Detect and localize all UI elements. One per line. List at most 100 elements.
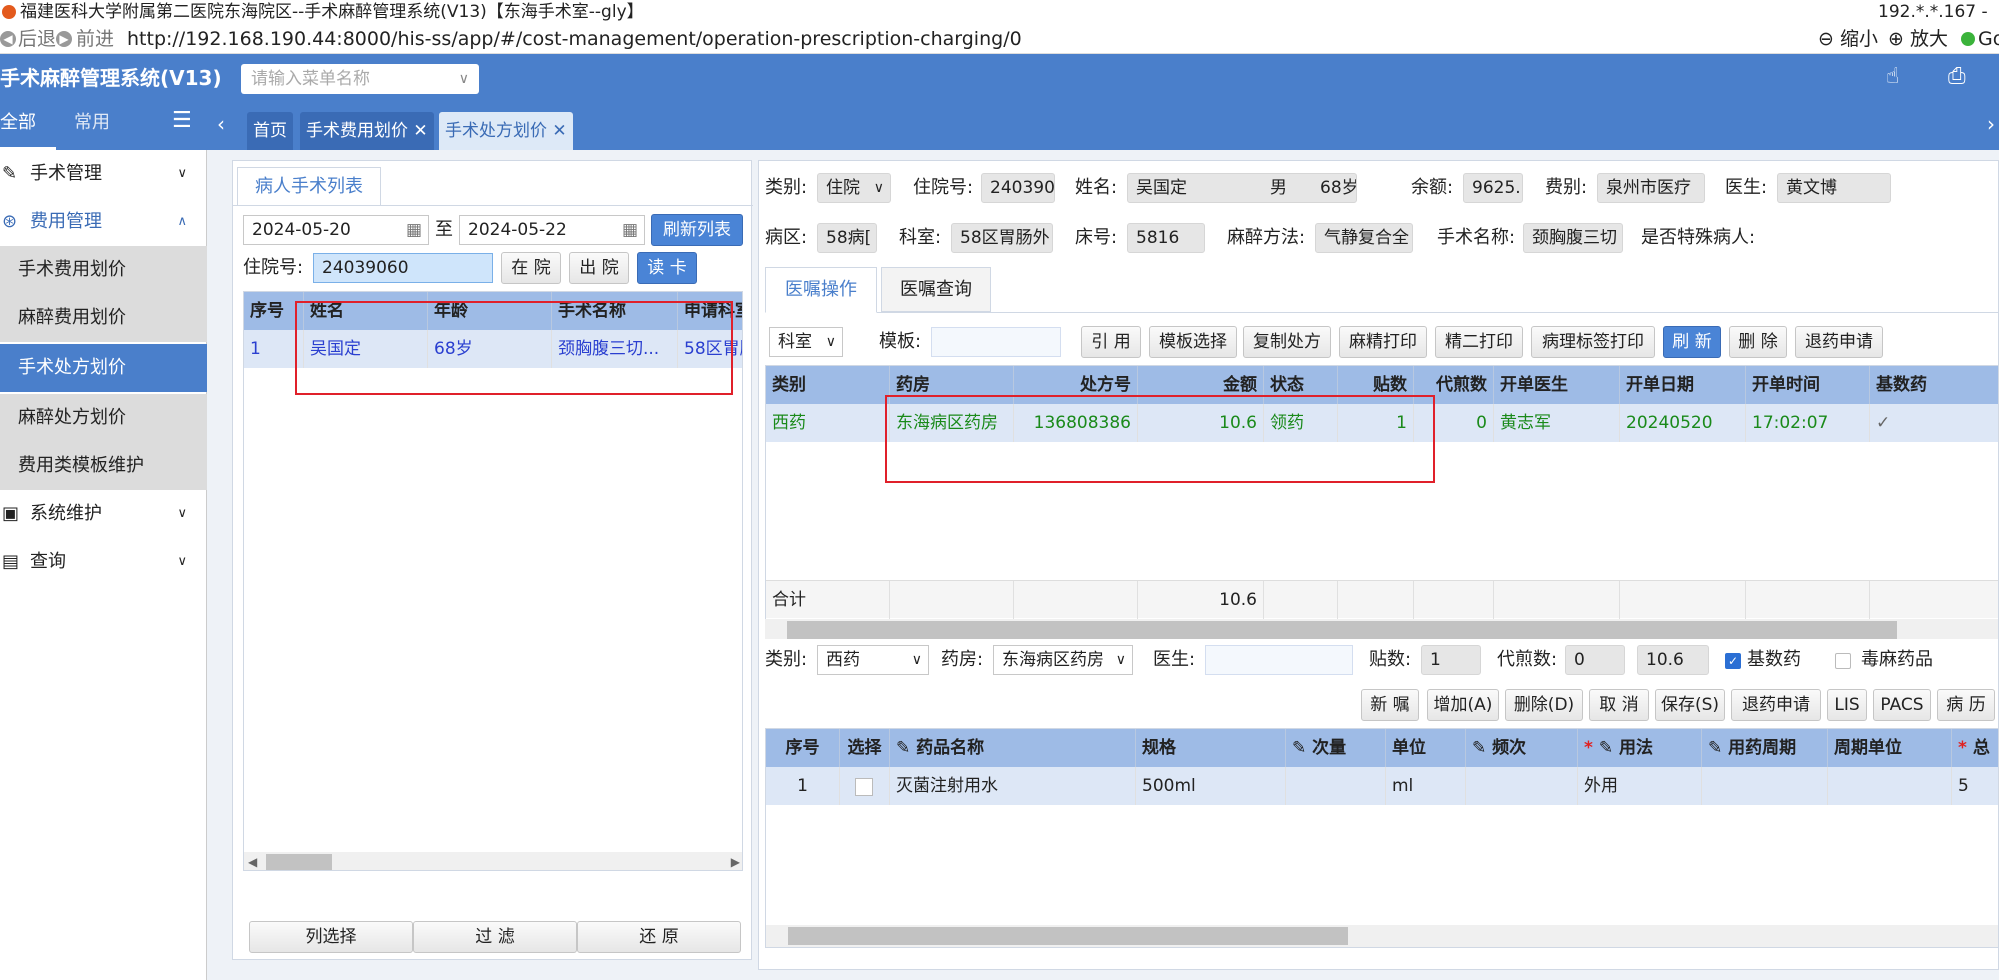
tabs-right-icon[interactable]: › bbox=[1987, 112, 1995, 136]
pacs-button[interactable]: PACS bbox=[1873, 689, 1931, 721]
horizontal-scrollbar[interactable] bbox=[765, 619, 1998, 639]
col-header[interactable]: ✎ 次量 bbox=[1286, 729, 1386, 767]
forward-button[interactable]: 前进 bbox=[76, 24, 114, 54]
row-select-checkbox[interactable] bbox=[855, 778, 873, 796]
patient-list-tab[interactable]: 病人手术列表 bbox=[237, 167, 381, 205]
sidebar-item-anes-rx[interactable]: 麻醉处方划价 bbox=[0, 394, 207, 442]
col-header[interactable]: ✎ 药品名称 bbox=[890, 729, 1136, 767]
print-icon[interactable]: ⎙ bbox=[1948, 64, 1966, 89]
tab-surgery-rx[interactable]: 手术处方划价 ✕ bbox=[439, 112, 573, 150]
narcotic-print-button[interactable]: 麻精打印 bbox=[1339, 326, 1427, 358]
scroll-thumb[interactable] bbox=[788, 927, 1348, 945]
tab-home[interactable]: 首页 bbox=[247, 112, 293, 150]
dose-field[interactable]: 1 bbox=[1421, 645, 1481, 675]
close-icon[interactable]: ✕ bbox=[413, 121, 427, 141]
category-select[interactable]: 住院 ∨ bbox=[817, 173, 891, 203]
base-drug-checkbox[interactable]: ✓ bbox=[1725, 653, 1741, 669]
copy-rx-button[interactable]: 复制处方 bbox=[1243, 326, 1331, 358]
in-hospital-button[interactable]: 在 院 bbox=[501, 252, 561, 284]
column-select-button[interactable]: 列选择 bbox=[249, 921, 413, 953]
back-icon[interactable]: ◀ bbox=[0, 31, 16, 47]
col-header[interactable]: * ✎ 用法 bbox=[1578, 729, 1702, 767]
col-header[interactable]: 基数药 bbox=[1870, 366, 1998, 404]
sidebar-group-surgery[interactable]: ✎ 手术管理 ∨ bbox=[0, 150, 207, 198]
lis-button[interactable]: LIS bbox=[1827, 689, 1867, 721]
date-from-input[interactable]: 2024-05-20 ▦ bbox=[243, 215, 429, 245]
return-drug-button[interactable]: 退药申请 bbox=[1731, 689, 1821, 721]
delete-row-button[interactable]: 删除(D) bbox=[1505, 689, 1583, 721]
url-field[interactable]: http://192.168.190.44:8000/his-ss/app/#/… bbox=[127, 24, 1022, 54]
admission-input[interactable]: 24039060 bbox=[313, 253, 493, 283]
back-button[interactable]: 后退 bbox=[18, 24, 56, 54]
zoom-out-icon[interactable]: ⊖ bbox=[1818, 24, 1834, 54]
close-icon[interactable]: ✕ bbox=[552, 121, 566, 141]
col-header[interactable]: ✎ 频次 bbox=[1466, 729, 1578, 767]
menu-search[interactable]: 请输入菜单名称 ∨ bbox=[241, 64, 479, 94]
tab-order-operation[interactable]: 医嘱操作 bbox=[765, 267, 877, 313]
sidebar-item-fee-template[interactable]: 费用类模板维护 bbox=[0, 442, 207, 490]
quote-button[interactable]: 引 用 bbox=[1081, 326, 1141, 358]
hand-icon[interactable]: ☝ bbox=[1886, 64, 1899, 89]
col-header[interactable]: 开单医生 bbox=[1494, 366, 1620, 404]
sidebar-item-surgery-rx[interactable]: 手术处方划价 bbox=[0, 344, 207, 392]
col-header[interactable]: * 总 bbox=[1952, 729, 1998, 767]
read-card-button[interactable]: 读 卡 bbox=[637, 252, 697, 284]
col-header[interactable]: 单位 bbox=[1386, 729, 1466, 767]
restore-button[interactable]: 还 原 bbox=[577, 921, 741, 953]
table-row[interactable]: 1 灭菌注射用水 500ml ml 外用 5 bbox=[766, 767, 1998, 805]
zoom-in-icon[interactable]: ⊕ bbox=[1888, 24, 1904, 54]
save-button[interactable]: 保存(S) bbox=[1655, 689, 1725, 721]
col-header[interactable]: 选择 bbox=[840, 729, 890, 767]
zoom-in-button[interactable]: 放大 bbox=[1910, 24, 1948, 54]
dept-filter-select[interactable]: 科室 ∨ bbox=[769, 327, 843, 357]
sidebar-item-anes-fee[interactable]: 麻醉费用划价 bbox=[0, 294, 207, 342]
horizontal-scrollbar[interactable]: ◀ ▶ bbox=[244, 852, 742, 870]
sidebar-item-surgery-fee[interactable]: 手术费用划价 bbox=[0, 246, 207, 294]
menu-search-input[interactable]: 请输入菜单名称 bbox=[251, 64, 370, 94]
scroll-left-icon[interactable]: ◀ bbox=[248, 852, 257, 870]
pharmacy-select[interactable]: 东海病区药房 ∨ bbox=[993, 645, 1133, 675]
col-header[interactable]: 开单日期 bbox=[1620, 366, 1746, 404]
tabs-left-icon[interactable]: ‹ bbox=[217, 112, 225, 136]
tab-order-query[interactable]: 医嘱查询 bbox=[881, 267, 991, 312]
calendar-icon[interactable]: ▦ bbox=[622, 216, 638, 244]
menu-toggle-icon[interactable]: ☰ bbox=[172, 108, 192, 133]
add-button[interactable]: 增加(A) bbox=[1427, 689, 1499, 721]
col-header[interactable]: 开单时间 bbox=[1746, 366, 1870, 404]
template-input[interactable] bbox=[931, 327, 1061, 357]
sidebar-group-query[interactable]: ▤ 查询 ∨ bbox=[0, 538, 207, 586]
detail-doctor-input[interactable] bbox=[1205, 645, 1353, 675]
col-header[interactable]: 类别 bbox=[766, 366, 890, 404]
sidebar-group-system[interactable]: ▣ 系统维护 ∨ bbox=[0, 490, 207, 538]
decoct-field[interactable]: 0 bbox=[1565, 645, 1625, 675]
zoom-out-button[interactable]: 缩小 bbox=[1840, 24, 1878, 54]
scroll-thumb[interactable] bbox=[787, 621, 1897, 639]
calendar-icon[interactable]: ▦ bbox=[406, 216, 422, 244]
sidebar-group-fee[interactable]: ⊛ 费用管理 ∧ bbox=[0, 198, 207, 246]
date-to-input[interactable]: 2024-05-22 ▦ bbox=[459, 215, 645, 245]
go-button[interactable]: Go bbox=[1978, 24, 1999, 54]
col-header[interactable]: 周期单位 bbox=[1828, 729, 1952, 767]
new-order-button[interactable]: 新 嘱 bbox=[1361, 689, 1419, 721]
refresh-button[interactable]: 刷 新 bbox=[1663, 326, 1721, 358]
go-icon[interactable] bbox=[1961, 32, 1975, 46]
forward-icon[interactable]: ▶ bbox=[56, 31, 72, 47]
template-select-button[interactable]: 模板选择 bbox=[1149, 326, 1237, 358]
detail-category-select[interactable]: 西药 ∨ bbox=[817, 645, 929, 675]
cancel-button[interactable]: 取 消 bbox=[1589, 689, 1649, 721]
medical-record-button[interactable]: 病 历 bbox=[1937, 689, 1995, 721]
scroll-thumb[interactable] bbox=[266, 854, 332, 870]
filter-button[interactable]: 过 滤 bbox=[413, 921, 577, 953]
refresh-list-button[interactable]: 刷新列表 bbox=[651, 214, 743, 246]
out-hospital-button[interactable]: 出 院 bbox=[569, 252, 629, 284]
delete-button[interactable]: 删 除 bbox=[1729, 326, 1787, 358]
pathology-label-print-button[interactable]: 病理标签打印 bbox=[1531, 326, 1655, 358]
col-header[interactable]: 规格 bbox=[1136, 729, 1286, 767]
sidebar-tab-all[interactable]: 全部 bbox=[0, 102, 56, 150]
tab-surgery-fee[interactable]: 手术费用划价 ✕ bbox=[300, 112, 434, 150]
col-header[interactable]: ✎ 用药周期 bbox=[1702, 729, 1828, 767]
narcotic-checkbox[interactable] bbox=[1835, 653, 1851, 669]
sidebar-tab-common[interactable]: 常用 bbox=[74, 102, 110, 144]
scroll-right-icon[interactable]: ▶ bbox=[731, 852, 740, 870]
horizontal-scrollbar[interactable] bbox=[766, 925, 1998, 947]
